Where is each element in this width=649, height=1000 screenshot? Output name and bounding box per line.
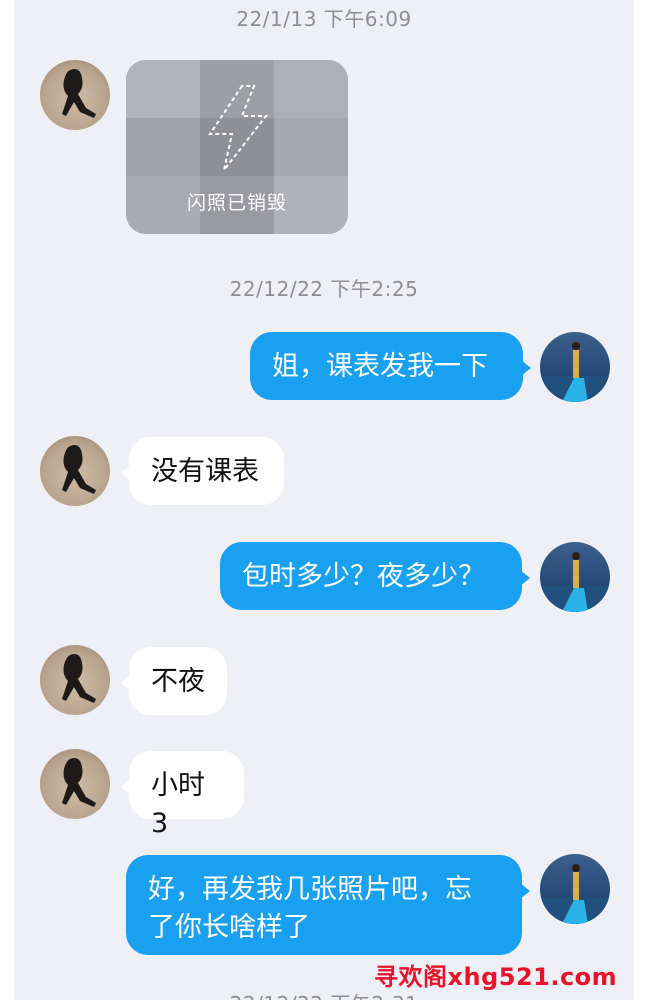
self-avatar[interactable] (540, 854, 610, 924)
incoming-message-bubble[interactable]: 小时3 (121, 751, 244, 839)
chat-thread[interactable]: 22/1/13 下午6:09 闪照已销毁 22/12/22 下午2:25 姐，课… (14, 0, 634, 1000)
timestamp: 22/1/13 下午6:09 (236, 7, 412, 31)
timestamp: 22/12/22 下午2:25 (229, 277, 419, 301)
peer-avatar[interactable] (40, 436, 110, 506)
site-watermark: 寻欢阁xhg521.com (374, 963, 618, 991)
outgoing-message-bubble[interactable]: 好，再发我几张照片吧，忘 了你长啥样了 (126, 855, 530, 955)
peer-avatar[interactable] (40, 60, 110, 130)
flash-photo-message[interactable]: 闪照已销毁 (126, 60, 348, 234)
peer-avatar[interactable] (40, 645, 110, 715)
lightning-bolt-icon (208, 85, 269, 171)
self-avatar[interactable] (540, 332, 610, 402)
self-avatar[interactable] (540, 542, 610, 612)
incoming-message-bubble[interactable]: 没有课表 (121, 437, 284, 505)
incoming-message-bubble[interactable]: 不夜 (121, 647, 227, 715)
peer-avatar[interactable] (40, 749, 110, 819)
outgoing-message-bubble[interactable]: 姐，课表发我一下 (250, 332, 531, 400)
flash-photo-label: 闪照已销毁 (186, 192, 287, 214)
outgoing-message-bubble[interactable]: 包时多少？夜多少？ (220, 542, 530, 610)
